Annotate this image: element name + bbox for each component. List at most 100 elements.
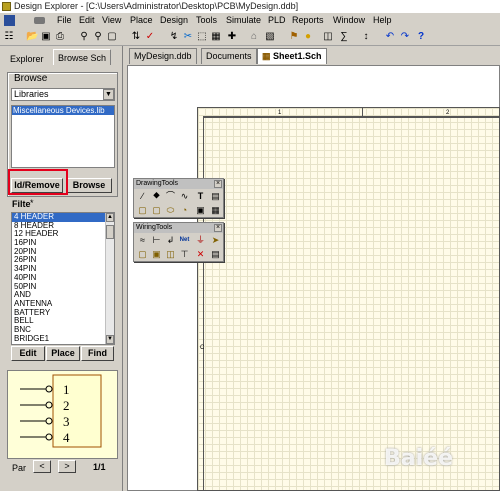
menu-help[interactable]: Help	[373, 13, 392, 28]
no-erc-icon[interactable]: ✕	[195, 249, 206, 260]
component-list-scrollbar[interactable]: ▲ ▼	[105, 213, 114, 344]
close-icon[interactable]: ×	[214, 180, 222, 188]
highlight-icon[interactable]: ●	[302, 31, 314, 43]
component-icon[interactable]: ⌂	[248, 31, 260, 43]
zoom-out-icon[interactable]: ⚲	[92, 31, 104, 43]
sheet-border	[203, 117, 500, 491]
hierarchy-icon[interactable]: ↕	[360, 31, 372, 43]
wiring-tools-palette[interactable]: WiringTools × ≈ ⊢ ↲ Net ⏚ ➤ ▢ ▣ ◫ ⊤ ✕ ▤	[133, 222, 224, 262]
line-icon[interactable]: ∕	[137, 191, 148, 202]
port-icon[interactable]: ➤	[210, 235, 221, 246]
part-tool-icon[interactable]: ▢	[137, 249, 148, 260]
document-menu-icon[interactable]	[4, 15, 15, 26]
net-label-icon[interactable]: Net	[179, 235, 190, 246]
select-icon[interactable]: ⬚	[196, 31, 208, 43]
place-button[interactable]: Place	[46, 346, 80, 361]
bezier-icon[interactable]: ∿	[179, 191, 190, 202]
zoom-fit-icon[interactable]: ▢	[106, 31, 118, 43]
libraries-select[interactable]: Libraries ▼	[11, 88, 115, 101]
pcb-layout-icon[interactable]: ▤	[210, 249, 221, 260]
save-icon[interactable]: ▣	[40, 31, 52, 43]
power-port-icon[interactable]: ⏚	[195, 235, 206, 246]
ellipse-icon[interactable]: ⬭	[165, 205, 176, 216]
rectangle-icon[interactable]: ▢	[137, 205, 148, 216]
sheet-top-ruler	[203, 107, 500, 117]
open-icon[interactable]: 📂	[26, 31, 38, 43]
browse-button[interactable]: Browse	[66, 178, 112, 193]
drawing-tools-palette[interactable]: DrawingTools × ∕ ⯁ ⌒ ∿ T ▤ ▢ ▢ ⬭ ◔ ▣ ▦	[133, 178, 224, 218]
next-part-button[interactable]: >	[58, 460, 76, 473]
highlight-box	[8, 169, 68, 195]
symbol-body	[52, 374, 102, 448]
library-list[interactable]: Miscellaneous Devices.lib	[11, 105, 115, 168]
drawing-tools-title[interactable]: DrawingTools	[134, 179, 223, 189]
bus-icon[interactable]: ⊢	[151, 235, 162, 246]
scroll-thumb[interactable]	[106, 225, 114, 239]
scroll-down-icon[interactable]: ▼	[106, 335, 114, 344]
prev-part-button[interactable]: <	[33, 460, 51, 473]
bus-entry-icon[interactable]: ↲	[165, 235, 176, 246]
sort-icon[interactable]: ⇅	[130, 31, 142, 43]
zoom-in-icon[interactable]: ⚲	[78, 31, 90, 43]
menu-view[interactable]: View	[102, 13, 121, 28]
find-button[interactable]: Find	[81, 346, 114, 361]
pie-icon[interactable]: ◔	[179, 205, 190, 216]
grid-icon[interactable]: ▧	[264, 31, 276, 43]
cut-icon[interactable]: ✂	[182, 31, 194, 43]
arrow-menu-icon[interactable]	[34, 17, 45, 24]
part-icon[interactable]: ∑	[338, 31, 350, 43]
deselect-icon[interactable]: ▦	[210, 31, 222, 43]
polygon-icon[interactable]: ⯁	[151, 191, 162, 202]
flag-icon[interactable]: ⚑	[288, 31, 300, 43]
sheet-entry-icon[interactable]: ◫	[165, 249, 176, 260]
tab-mydesign[interactable]: MyDesign.ddb	[129, 48, 197, 64]
arc-icon[interactable]: ⌒	[165, 191, 176, 202]
array-icon[interactable]: ▦	[210, 205, 221, 216]
tab-browse-sch[interactable]: Browse Sch	[53, 49, 112, 65]
menu-edit[interactable]: Edit	[79, 13, 95, 28]
wire-icon[interactable]: ↯	[168, 31, 180, 43]
tree-icon[interactable]: ☷	[3, 31, 15, 43]
menu-pld[interactable]: PLD	[268, 13, 286, 28]
round-rect-icon[interactable]: ▢	[151, 205, 162, 216]
graphic-icon[interactable]: ▣	[195, 205, 206, 216]
pin-label: 1	[63, 382, 70, 397]
menu-place[interactable]: Place	[130, 13, 153, 28]
sheet-column-marker: 2	[446, 110, 450, 116]
scroll-up-icon[interactable]: ▲	[106, 213, 114, 222]
menu-window[interactable]: Window	[333, 13, 365, 28]
library-item[interactable]: Miscellaneous Devices.lib	[12, 106, 114, 115]
print-icon[interactable]: ⎙	[54, 31, 66, 43]
junction-icon[interactable]: ⊤	[179, 249, 190, 260]
app-icon	[2, 2, 11, 11]
chevron-down-icon[interactable]: ▼	[103, 89, 114, 100]
move-icon[interactable]: ✚	[226, 31, 238, 43]
textframe-icon[interactable]: ▤	[210, 191, 221, 202]
menu-simulate[interactable]: Simulate	[226, 13, 261, 28]
redo-icon[interactable]: ↷	[399, 31, 411, 43]
menu-file[interactable]: File	[57, 13, 72, 28]
help-icon[interactable]: ?	[415, 31, 427, 43]
probe-icon[interactable]: ✓	[144, 31, 156, 43]
close-icon[interactable]: ×	[214, 224, 222, 232]
tab-sheet1[interactable]: ▦ Sheet1.Sch	[257, 48, 327, 64]
edit-button[interactable]: Edit	[11, 346, 45, 361]
menu-design[interactable]: Design	[160, 13, 188, 28]
tab-explorer[interactable]: Explorer	[6, 51, 48, 67]
list-item[interactable]: BRIDGE1	[12, 334, 114, 344]
filter-value[interactable]: *	[30, 198, 34, 208]
library-icon[interactable]: ◫	[322, 31, 334, 43]
sheet-symbol-icon[interactable]: ▣	[151, 249, 162, 260]
wire-tool-icon[interactable]: ≈	[137, 235, 148, 246]
pin-label: 4	[63, 430, 70, 445]
text-icon[interactable]: T	[195, 191, 206, 202]
part-counter: 1/1	[93, 462, 106, 472]
undo-icon[interactable]: ↶	[384, 31, 396, 43]
menu-tools[interactable]: Tools	[196, 13, 217, 28]
tab-documents[interactable]: Documents	[201, 48, 257, 64]
component-list[interactable]: 4 HEADER 8 HEADER 12 HEADER 16PIN 20PIN 26PIN…	[11, 212, 115, 345]
sheet-icon: ▦	[262, 51, 271, 61]
wiring-tools-title[interactable]: WiringTools	[134, 223, 223, 233]
menu-reports[interactable]: Reports	[292, 13, 324, 28]
sheet-row-marker: C	[200, 345, 205, 351]
